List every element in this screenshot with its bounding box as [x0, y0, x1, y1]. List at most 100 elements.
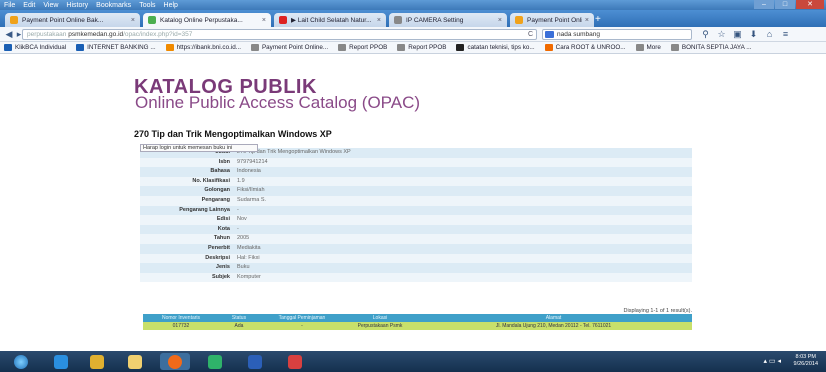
maximize-button[interactable]: □: [775, 0, 795, 9]
close-tab-icon[interactable]: ×: [131, 17, 135, 24]
bookmark-item[interactable]: INTERNET BANKING ...: [76, 44, 156, 51]
tab[interactable]: IP CAMERA Setting ×: [389, 13, 507, 27]
bookmark-label: KlikBCA Individual: [15, 44, 67, 51]
tab-label: IP CAMERA Setting: [406, 16, 464, 24]
taskbar-firefox[interactable]: [160, 353, 190, 370]
table-cell: Ada: [234, 323, 244, 329]
detail-value: 270 Tip dan Trik Mengoptimalkan Windows …: [237, 149, 351, 155]
bookmark-item[interactable]: https://ibank.bni.co.id...: [165, 44, 241, 51]
close-tab-icon[interactable]: ×: [377, 17, 381, 24]
detail-row: Deskripsi Hal: Fikxi: [140, 253, 692, 264]
menu-bar: File Edit View History Bookmarks Tools Help: [0, 0, 826, 10]
tab[interactable]: Katalog Online Perpustaka... ×: [143, 13, 271, 27]
bookmarks-toolbar: KlikBCA Individual INTERNET BANKING ... ht…: [0, 42, 826, 54]
chat-icon: [208, 354, 222, 369]
detail-row: Golongan Fiksi/Ilmiah: [140, 186, 692, 196]
page-content: KATALOG PUBLIK Online Public Access Cata…: [0, 55, 826, 351]
table-cell: Perpustakaan Psmk: [357, 323, 403, 329]
taskbar-app[interactable]: [82, 353, 112, 370]
menu-item[interactable]: Edit: [23, 2, 35, 9]
bookmark-item[interactable]: More: [635, 44, 661, 51]
taskbar-chat[interactable]: [200, 353, 230, 370]
menu-item[interactable]: Help: [164, 2, 178, 9]
menu-item[interactable]: History: [66, 2, 88, 9]
menu-item[interactable]: File: [4, 2, 15, 9]
column-header[interactable]: Lokasi: [345, 314, 415, 322]
new-tab-button[interactable]: +: [595, 15, 609, 26]
detail-value: 9797941214: [237, 158, 268, 165]
holdings-table: Nomor Inventaris Status Tanggal Peminjaman…: [143, 314, 692, 330]
favicon-icon: [394, 16, 402, 24]
taskbar-ie[interactable]: [46, 353, 76, 370]
taskbar-explorer[interactable]: [120, 353, 150, 370]
bookmark-label: BONITA SEPTIA JAYA ...: [681, 44, 752, 51]
column-header[interactable]: Status: [219, 314, 259, 322]
column-header[interactable]: Tanggal Peminjaman: [259, 314, 345, 322]
bookmark-item[interactable]: Report PPOB: [338, 44, 387, 51]
navigation-bar: ◀ ▸ perpustakaan psmkemedan.go.id/opac/i…: [0, 27, 826, 42]
bookmark-item[interactable]: BONITA SEPTIA JAYA ...: [670, 44, 752, 51]
detail-value: Nov: [237, 216, 247, 223]
bookmark-star-icon[interactable]: ☆: [716, 29, 727, 40]
column-header[interactable]: Alamat: [415, 314, 692, 322]
system-tray[interactable]: ▴ ▭ ◂: [763, 357, 781, 365]
table-row[interactable]: 017732 Ada - Perpustakaan Psmk Jl. Mandala U…: [143, 322, 692, 330]
login-to-order-button[interactable]: Harap login untuk memesan buku ini: [140, 144, 258, 152]
column-header[interactable]: Nomor Inventaris: [143, 314, 219, 322]
bookmark-icon: [4, 44, 12, 51]
tab[interactable]: Payment Point Online Bak...×: [5, 13, 140, 27]
tab[interactable]: Payment Point Online Bak...×: [510, 13, 594, 27]
minimize-button[interactable]: –: [754, 0, 774, 9]
detail-value: Fiksi/Ilmiah: [237, 187, 265, 194]
search-engine-icon[interactable]: [545, 31, 554, 38]
window-controls: – □ ✕: [753, 0, 824, 10]
bookmark-label: Report PPOB: [349, 44, 388, 51]
bookmark-label: https://ibank.bni.co.id...: [176, 44, 241, 51]
detail-row: Kota -: [140, 224, 692, 235]
search-input[interactable]: nada sumbang: [542, 29, 692, 40]
detail-label: Tahun: [213, 235, 230, 242]
detail-value: Mediakita: [237, 244, 261, 251]
menu-item[interactable]: View: [43, 2, 58, 9]
bookmark-label: Payment Point Online...: [261, 44, 329, 51]
start-button[interactable]: [6, 353, 36, 370]
menu-item[interactable]: Tools: [139, 2, 155, 9]
search-icon[interactable]: ⚲: [700, 29, 711, 40]
detail-label: Deskripsi: [205, 254, 230, 261]
bookmark-icon: [338, 44, 347, 51]
close-tab-icon[interactable]: ×: [585, 17, 589, 24]
download-icon[interactable]: ⬇: [748, 29, 759, 40]
detail-row: Subjek Komputer: [140, 272, 692, 283]
detail-value: Komputer: [237, 273, 261, 280]
detail-label: Penerbit: [207, 244, 230, 251]
bookmark-item[interactable]: catatan teknisi, tips ko...: [456, 44, 535, 51]
detail-value: 1.9: [237, 177, 245, 184]
home-icon[interactable]: ⌂: [764, 29, 775, 40]
close-tab-icon[interactable]: ×: [498, 17, 502, 24]
bookmark-item[interactable]: Payment Point Online...: [250, 44, 329, 51]
url-bar[interactable]: perpustakaan psmkemedan.go.id/opac/index…: [22, 29, 537, 40]
close-window-button[interactable]: ✕: [796, 0, 824, 9]
taskbar-paint[interactable]: [280, 353, 310, 370]
menu-icon[interactable]: ≡: [780, 29, 791, 40]
detail-label: Subjek: [211, 273, 230, 280]
bookmark-item[interactable]: Cara ROOT & UNROO...: [544, 44, 626, 51]
detail-row: Pengarang Sudarma S.: [140, 195, 692, 206]
bookmark-icon: [397, 44, 406, 51]
reload-icon[interactable]: C: [528, 30, 533, 39]
bookmarks-list-icon[interactable]: ▣: [732, 29, 743, 40]
taskbar-word[interactable]: [240, 353, 270, 370]
tab-label: Katalog Online Perpustaka...: [160, 16, 243, 24]
internet-explorer-icon: [54, 354, 68, 369]
bookmark-icon: [76, 44, 85, 51]
bookmark-item[interactable]: Report PPOB: [397, 44, 446, 51]
tab[interactable]: ▶ Lait Child Selatah Natur... ×: [274, 13, 386, 27]
detail-label: Golongan: [204, 187, 230, 194]
bookmark-label: Report PPOB: [408, 44, 447, 51]
detail-label: Bahasa: [210, 168, 230, 175]
table-cell: -: [301, 323, 303, 329]
close-tab-icon[interactable]: ×: [262, 17, 266, 24]
bookmark-item[interactable]: KlikBCA Individual: [4, 44, 66, 51]
bookmark-icon: [165, 44, 174, 51]
menu-item[interactable]: Bookmarks: [96, 2, 131, 9]
